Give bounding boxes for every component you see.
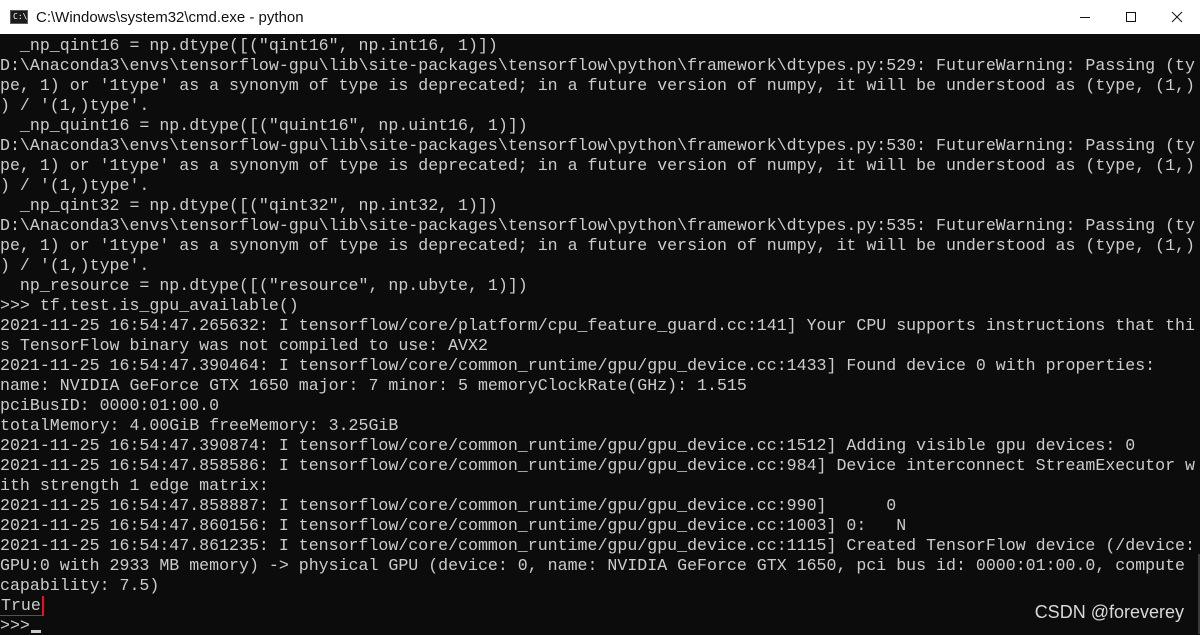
console-line: ith strength 1 edge matrix: bbox=[0, 476, 269, 495]
console-line: _np_qint32 = np.dtype([("qint32", np.int… bbox=[0, 196, 498, 215]
console-line: 2021-11-25 16:54:47.860156: I tensorflow… bbox=[0, 516, 907, 535]
console-line: 2021-11-25 16:54:47.390464: I tensorflow… bbox=[0, 356, 1156, 375]
console-line: pe, 1) or '1type' as a synonym of type i… bbox=[0, 236, 1195, 255]
console-line: D:\Anaconda3\envs\tensorflow-gpu\lib\sit… bbox=[0, 56, 1195, 75]
console-line: ) / '(1,)type'. bbox=[0, 176, 150, 195]
minimize-icon bbox=[1080, 17, 1090, 18]
console-line: np_resource = np.dtype([("resource", np.… bbox=[0, 276, 528, 295]
console-line: pe, 1) or '1type' as a synonym of type i… bbox=[0, 156, 1195, 175]
console-line: pciBusID: 0000:01:00.0 bbox=[0, 396, 220, 415]
console-line: 2021-11-25 16:54:47.858586: I tensorflow… bbox=[0, 456, 1195, 475]
prompt-line[interactable]: >>> bbox=[0, 616, 1200, 635]
title-bar[interactable]: C:\ C:\Windows\system32\cmd.exe - python bbox=[0, 0, 1200, 34]
minimize-button[interactable] bbox=[1062, 0, 1108, 34]
window-controls bbox=[1062, 0, 1200, 34]
console-line: pe, 1) or '1type' as a synonym of type i… bbox=[0, 76, 1195, 95]
maximize-button[interactable] bbox=[1108, 0, 1154, 34]
watermark: CSDN @foreverey bbox=[1034, 602, 1184, 622]
console-line: 2021-11-25 16:54:47.858887: I tensorflow… bbox=[0, 496, 897, 515]
console-line: ) / '(1,)type'. bbox=[0, 96, 150, 115]
window-title: C:\Windows\system32\cmd.exe - python bbox=[36, 8, 304, 26]
console-line: 2021-11-25 16:54:47.861235: I tensorflow… bbox=[0, 536, 1195, 555]
cmd-window: C:\ C:\Windows\system32\cmd.exe - python bbox=[0, 0, 1200, 635]
result-line: True bbox=[0, 596, 1200, 616]
console-output[interactable]: _np_qint16 = np.dtype([("qint16", np.int… bbox=[0, 36, 1200, 635]
close-icon bbox=[1171, 11, 1183, 23]
console-line: _np_quint16 = np.dtype([("quint16", np.u… bbox=[0, 116, 528, 135]
console-line: GPU:0 with 2933 MB memory) -> physical G… bbox=[0, 556, 1185, 575]
console-line: totalMemory: 4.00GiB freeMemory: 3.25GiB bbox=[0, 416, 399, 435]
close-button[interactable] bbox=[1154, 0, 1200, 34]
console-icon-glyph: C:\ bbox=[13, 12, 28, 21]
console-line: >>> tf.test.is_gpu_available() bbox=[0, 296, 299, 315]
console-line: 2021-11-25 16:54:47.265632: I tensorflow… bbox=[0, 316, 1195, 335]
console-lines: _np_qint16 = np.dtype([("qint16", np.int… bbox=[0, 36, 1200, 596]
console-line: 2021-11-25 16:54:47.390874: I tensorflow… bbox=[0, 436, 1136, 455]
result-true-highlight: True bbox=[0, 596, 44, 616]
console-line: D:\Anaconda3\envs\tensorflow-gpu\lib\sit… bbox=[0, 136, 1195, 155]
console-icon[interactable]: C:\ bbox=[10, 10, 28, 24]
console-line: _np_qint16 = np.dtype([("qint16", np.int… bbox=[0, 36, 498, 55]
console-line: capability: 7.5) bbox=[0, 576, 160, 595]
text-cursor bbox=[30, 630, 41, 633]
maximize-icon bbox=[1126, 12, 1136, 22]
console-line: ) / '(1,)type'. bbox=[0, 256, 150, 275]
python-prompt: >>> bbox=[0, 616, 30, 635]
console-line: s TensorFlow binary was not compiled to … bbox=[0, 336, 488, 355]
console-line: name: NVIDIA GeForce GTX 1650 major: 7 m… bbox=[0, 376, 747, 395]
console-line: D:\Anaconda3\envs\tensorflow-gpu\lib\sit… bbox=[0, 216, 1195, 235]
